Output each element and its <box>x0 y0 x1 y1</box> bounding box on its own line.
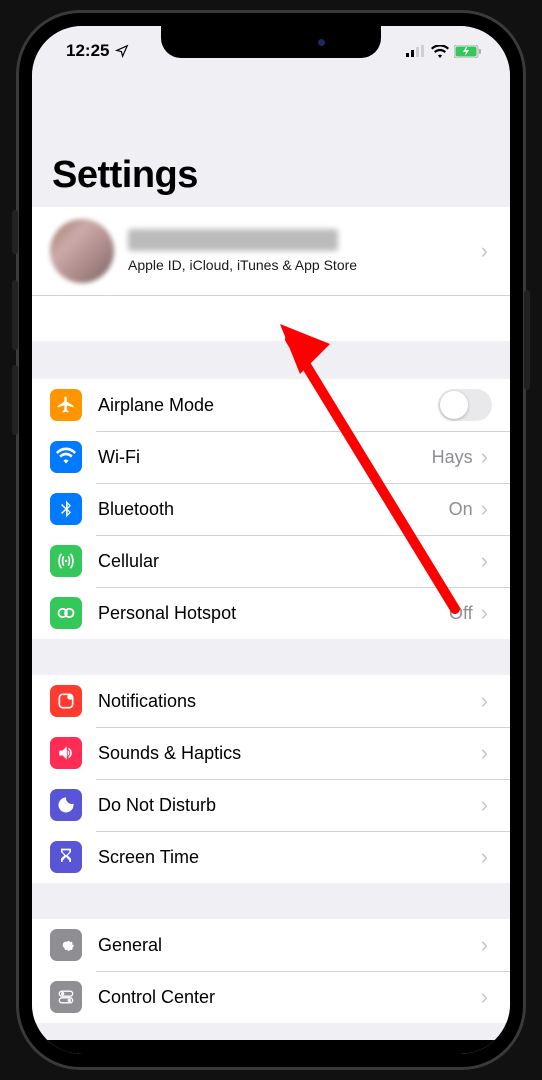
toggles-icon <box>50 981 82 1013</box>
dnd-row[interactable]: Do Not Disturb › <box>32 779 510 831</box>
cellular-label: Cellular <box>98 551 481 572</box>
chevron-icon: › <box>481 238 492 264</box>
wifi-row[interactable]: Wi-Fi Hays › <box>32 431 510 483</box>
sounds-icon <box>50 737 82 769</box>
notifications-label: Notifications <box>98 691 481 712</box>
profile-extra-row[interactable] <box>32 295 510 341</box>
wifi-detail: Hays <box>432 447 473 468</box>
system-group: General › Control Center › <box>32 919 510 1023</box>
notch <box>161 26 381 58</box>
screentime-label: Screen Time <box>98 847 481 868</box>
cellular-icon <box>50 545 82 577</box>
bluetooth-icon <box>50 493 82 525</box>
bluetooth-detail: On <box>449 499 473 520</box>
wifi-icon <box>50 441 82 473</box>
chevron-icon: › <box>481 844 492 870</box>
chevron-icon: › <box>481 688 492 714</box>
airplane-toggle[interactable] <box>438 389 492 421</box>
header: Settings <box>32 74 510 207</box>
chevron-icon: › <box>481 600 492 626</box>
wifi-status-icon <box>431 45 449 58</box>
general-row[interactable]: General › <box>32 919 510 971</box>
chevron-icon: › <box>481 740 492 766</box>
avatar <box>50 219 114 283</box>
chevron-icon: › <box>481 932 492 958</box>
hourglass-icon <box>50 841 82 873</box>
apple-id-row[interactable]: Apple ID, iCloud, iTunes & App Store › <box>32 207 510 295</box>
hotspot-row[interactable]: Personal Hotspot Off › <box>32 587 510 639</box>
page-title: Settings <box>52 154 490 197</box>
sounds-row[interactable]: Sounds & Haptics › <box>32 727 510 779</box>
location-icon <box>115 44 129 58</box>
notifications-row[interactable]: Notifications › <box>32 675 510 727</box>
connectivity-group: Airplane Mode Wi-Fi Hays › Bluetooth On … <box>32 379 510 639</box>
chevron-icon: › <box>481 792 492 818</box>
notifications-icon <box>50 685 82 717</box>
screentime-row[interactable]: Screen Time › <box>32 831 510 883</box>
hotspot-icon <box>50 597 82 629</box>
profile-group: Apple ID, iCloud, iTunes & App Store › <box>32 207 510 341</box>
airplane-label: Airplane Mode <box>98 395 438 416</box>
profile-name-redacted <box>128 229 338 251</box>
signal-icon <box>406 45 426 57</box>
chevron-icon: › <box>481 444 492 470</box>
status-time: 12:25 <box>66 41 109 61</box>
hotspot-detail: Off <box>449 603 473 624</box>
wifi-label: Wi-Fi <box>98 447 432 468</box>
controlcenter-label: Control Center <box>98 987 481 1008</box>
hotspot-label: Personal Hotspot <box>98 603 449 624</box>
bluetooth-row[interactable]: Bluetooth On › <box>32 483 510 535</box>
sounds-label: Sounds & Haptics <box>98 743 481 764</box>
notifications-group: Notifications › Sounds & Haptics › Do No… <box>32 675 510 883</box>
general-label: General <box>98 935 481 956</box>
chevron-icon: › <box>481 496 492 522</box>
airplane-mode-row[interactable]: Airplane Mode <box>32 379 510 431</box>
bluetooth-label: Bluetooth <box>98 499 449 520</box>
controlcenter-row[interactable]: Control Center › <box>32 971 510 1023</box>
chevron-icon: › <box>481 548 492 574</box>
profile-subtitle: Apple ID, iCloud, iTunes & App Store <box>128 257 481 273</box>
cellular-row[interactable]: Cellular › <box>32 535 510 587</box>
moon-icon <box>50 789 82 821</box>
chevron-icon: › <box>481 984 492 1010</box>
battery-icon <box>454 45 482 58</box>
screen: 12:25 Settings Apple ID, iCloud, iTunes … <box>32 26 510 1054</box>
airplane-icon <box>50 389 82 421</box>
dnd-label: Do Not Disturb <box>98 795 481 816</box>
gear-icon <box>50 929 82 961</box>
